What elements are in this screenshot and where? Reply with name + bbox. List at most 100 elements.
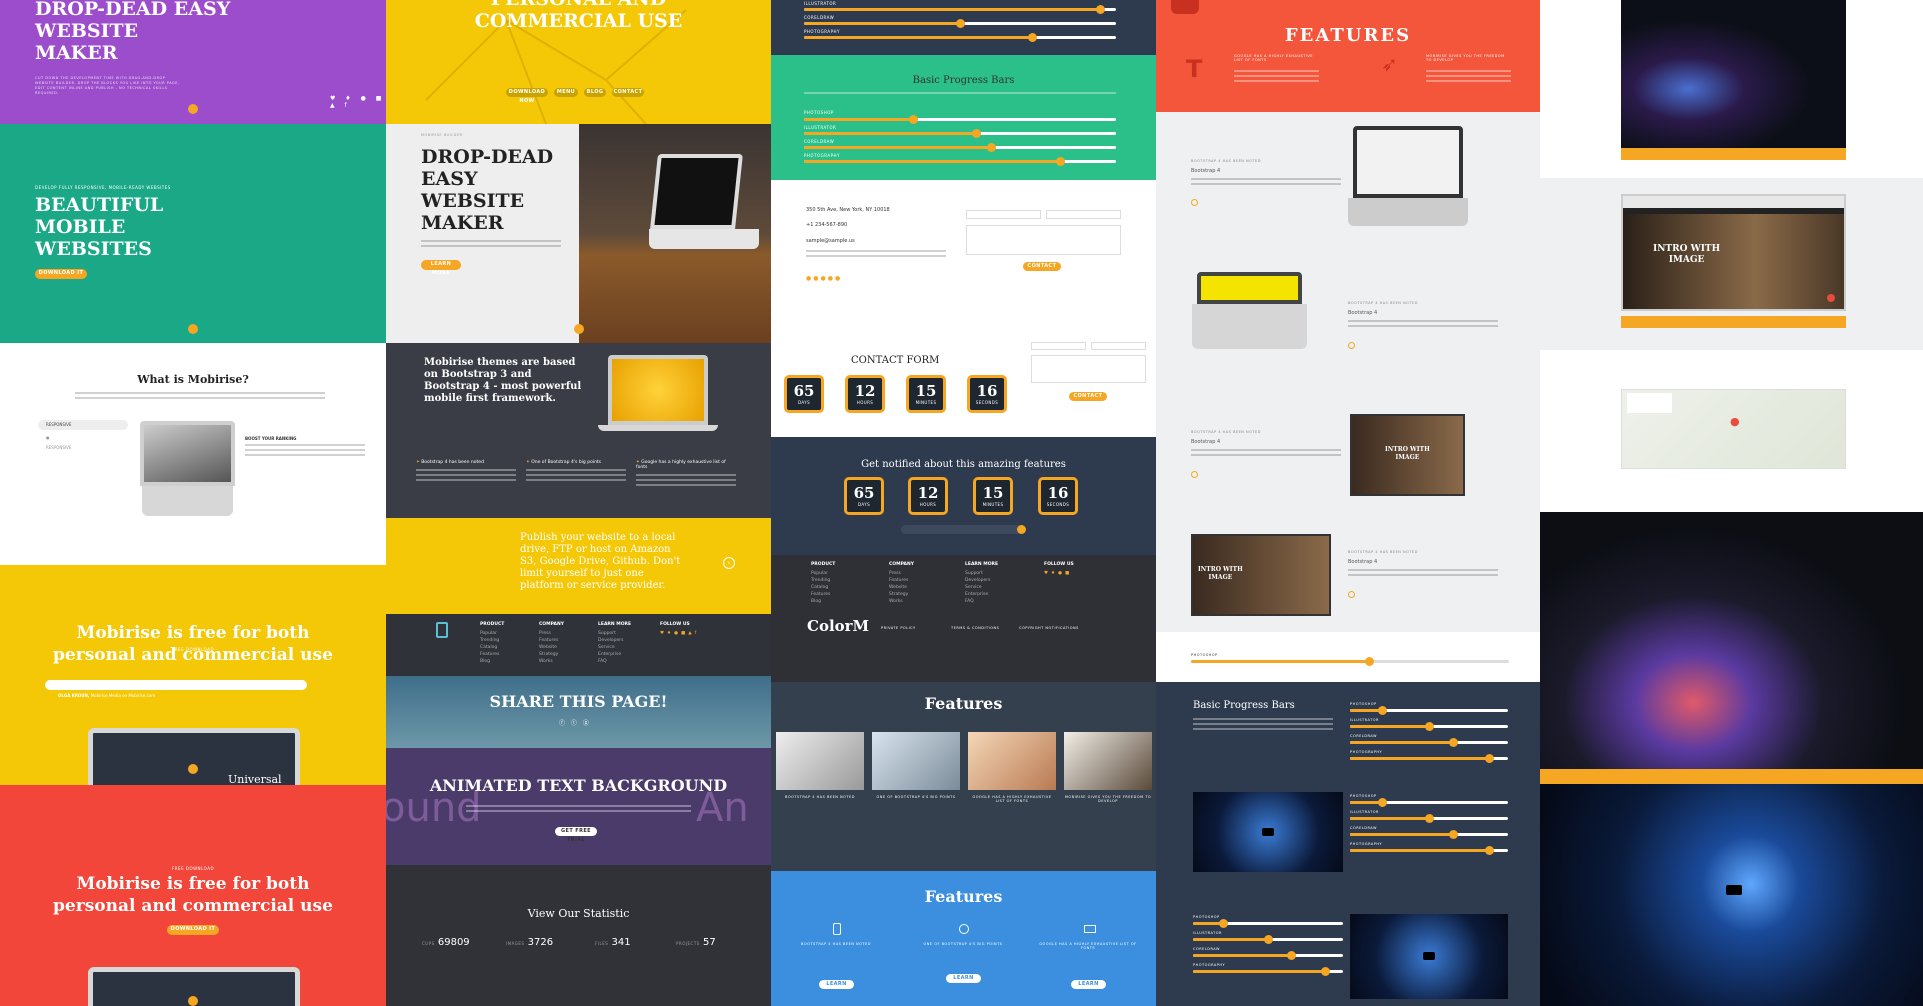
download-button[interactable]: DOWNLOAD IT <box>35 269 87 279</box>
scroll-dot[interactable] <box>188 104 198 114</box>
map[interactable]: ● <box>1621 389 1846 469</box>
bar-label: PHOTOSHOP <box>804 110 834 115</box>
progress-bar[interactable] <box>1350 846 1508 855</box>
basic-bars-dark: Basic Progress Bars PHOTOSHOP ILLUSTRATO… <box>1156 682 1540 1006</box>
slider-knob[interactable] <box>1286 951 1296 960</box>
scroll-dot[interactable] <box>574 324 584 334</box>
progress-bar[interactable] <box>1191 657 1509 666</box>
progress-bar[interactable] <box>1350 754 1508 763</box>
progress-bar[interactable] <box>1193 935 1343 944</box>
play-icon[interactable] <box>1726 885 1742 895</box>
progress-fill <box>1350 757 1490 760</box>
slider-knob[interactable] <box>971 129 981 138</box>
email-field[interactable] <box>1091 342 1146 350</box>
slider-knob[interactable] <box>909 115 919 124</box>
slider-knob[interactable] <box>1027 33 1037 42</box>
share-icons[interactable]: ⓕ ⓣ ⓖ <box>559 718 591 727</box>
progress-bar[interactable] <box>1350 798 1508 807</box>
menu-button[interactable]: MENU <box>554 88 578 97</box>
slider-knob[interactable] <box>1219 919 1228 928</box>
slider-knob[interactable] <box>956 19 965 28</box>
message-field[interactable] <box>1031 355 1146 383</box>
footer-link[interactable]: COPYRIGHT NOTIFICATIONS <box>1019 626 1079 630</box>
slider-knob[interactable] <box>987 143 997 152</box>
contact-button[interactable]: CONTACT <box>612 88 644 97</box>
plus-icon[interactable] <box>1191 471 1198 478</box>
blog-button[interactable]: BLOG <box>584 88 606 97</box>
social-icons[interactable]: ♥♦●■▲f <box>660 631 699 636</box>
tab-active[interactable]: RESPONSIVE <box>38 420 128 430</box>
bar-label: PHOTOGRAPHY <box>1350 842 1383 846</box>
progress-bar[interactable] <box>804 5 1116 14</box>
chat-dot[interactable] <box>1827 294 1835 302</box>
footer-link[interactable]: TERMS & CONDITIONS <box>951 626 999 630</box>
learn-more-button[interactable]: LEARN MORE <box>421 260 461 276</box>
t-icon: T <box>1186 55 1203 83</box>
progress-bar[interactable] <box>804 19 1116 28</box>
progress-bar[interactable] <box>804 157 1116 166</box>
contact-button[interactable]: CONTACT US <box>1069 392 1107 408</box>
tab[interactable]: RESPONSIVE <box>38 443 128 453</box>
slider-knob[interactable] <box>1096 5 1106 14</box>
email-field[interactable] <box>1046 210 1121 219</box>
star-icon: ✦ <box>416 460 420 465</box>
progress-bar[interactable] <box>1193 951 1343 960</box>
name-field[interactable] <box>966 210 1041 219</box>
progress-bar[interactable] <box>804 129 1116 138</box>
free-trial-button[interactable]: GET FREE TRIAL <box>555 827 597 843</box>
progress-bar[interactable] <box>1350 738 1508 747</box>
scroll-dot[interactable] <box>188 324 198 334</box>
logo[interactable]: ColorM <box>807 617 869 635</box>
learn-more-button[interactable]: LEARN MORE <box>1071 980 1106 996</box>
arrow-right-icon[interactable]: › <box>723 557 735 569</box>
progress-bar[interactable] <box>1350 830 1508 839</box>
plus-icon[interactable] <box>1348 591 1355 598</box>
name-field[interactable] <box>1031 342 1086 350</box>
social-icons[interactable]: ●●●●● <box>806 275 842 282</box>
progress-bar[interactable] <box>804 115 1116 124</box>
learn-more-button[interactable]: LEARN MORE <box>819 980 854 996</box>
plus-icon[interactable] <box>1348 342 1355 349</box>
footer-link[interactable]: PRIVATE POLICY <box>881 626 916 630</box>
progress-bar[interactable] <box>1350 814 1508 823</box>
slider-knob[interactable] <box>1485 754 1495 763</box>
progress-bar[interactable] <box>804 33 1116 42</box>
progress-bar[interactable] <box>804 143 1116 152</box>
tab[interactable]: ● <box>38 433 128 443</box>
slider-knob[interactable] <box>1425 814 1434 823</box>
play-icon[interactable] <box>1262 828 1274 836</box>
slider-knob[interactable] <box>1448 738 1458 747</box>
contact-button[interactable]: CONTACT US <box>1023 262 1061 278</box>
submit-icon[interactable] <box>1017 525 1026 534</box>
slider-knob[interactable] <box>1425 722 1434 731</box>
scroll-dot[interactable] <box>188 996 198 1006</box>
download-button[interactable]: DOWNLOAD IT <box>167 925 219 935</box>
bar-label: ILLUSTRATOR <box>804 125 837 130</box>
slider-knob[interactable] <box>1448 830 1458 839</box>
map-pin-icon[interactable]: ● <box>1730 415 1740 428</box>
yellow-top: PERSONAL AND COMMERCIAL USE DOWNLOAD NOW… <box>386 0 771 124</box>
slider-knob[interactable] <box>1264 935 1273 944</box>
social-icons[interactable]: ♥♦●■ <box>1044 571 1072 576</box>
progress-bar[interactable] <box>1350 706 1508 715</box>
progress-bar[interactable] <box>1350 722 1508 731</box>
slider-knob[interactable] <box>1055 157 1065 166</box>
slider-knob[interactable] <box>1377 798 1387 807</box>
learn-more-button[interactable]: LEARN MORE <box>946 974 981 990</box>
stat: CUPS 69809 <box>422 937 470 948</box>
download-now-button[interactable]: DOWNLOAD NOW <box>506 88 548 104</box>
play-icon[interactable] <box>1423 952 1435 960</box>
slider-knob[interactable] <box>1365 657 1375 666</box>
slider-knob[interactable] <box>1321 967 1330 976</box>
message-field[interactable] <box>966 225 1121 255</box>
notify-input[interactable] <box>901 525 1026 534</box>
slider-knob[interactable] <box>1377 706 1387 715</box>
progress-fill <box>804 22 960 25</box>
progress-bar[interactable] <box>1193 967 1343 976</box>
progress-bar[interactable] <box>1193 919 1343 928</box>
timeline-title: Bootstrap 4 <box>1191 168 1221 174</box>
plus-icon[interactable] <box>1191 199 1198 206</box>
scroll-dot[interactable] <box>188 764 198 774</box>
animated-text <box>466 805 691 815</box>
slider-knob[interactable] <box>1485 846 1495 855</box>
